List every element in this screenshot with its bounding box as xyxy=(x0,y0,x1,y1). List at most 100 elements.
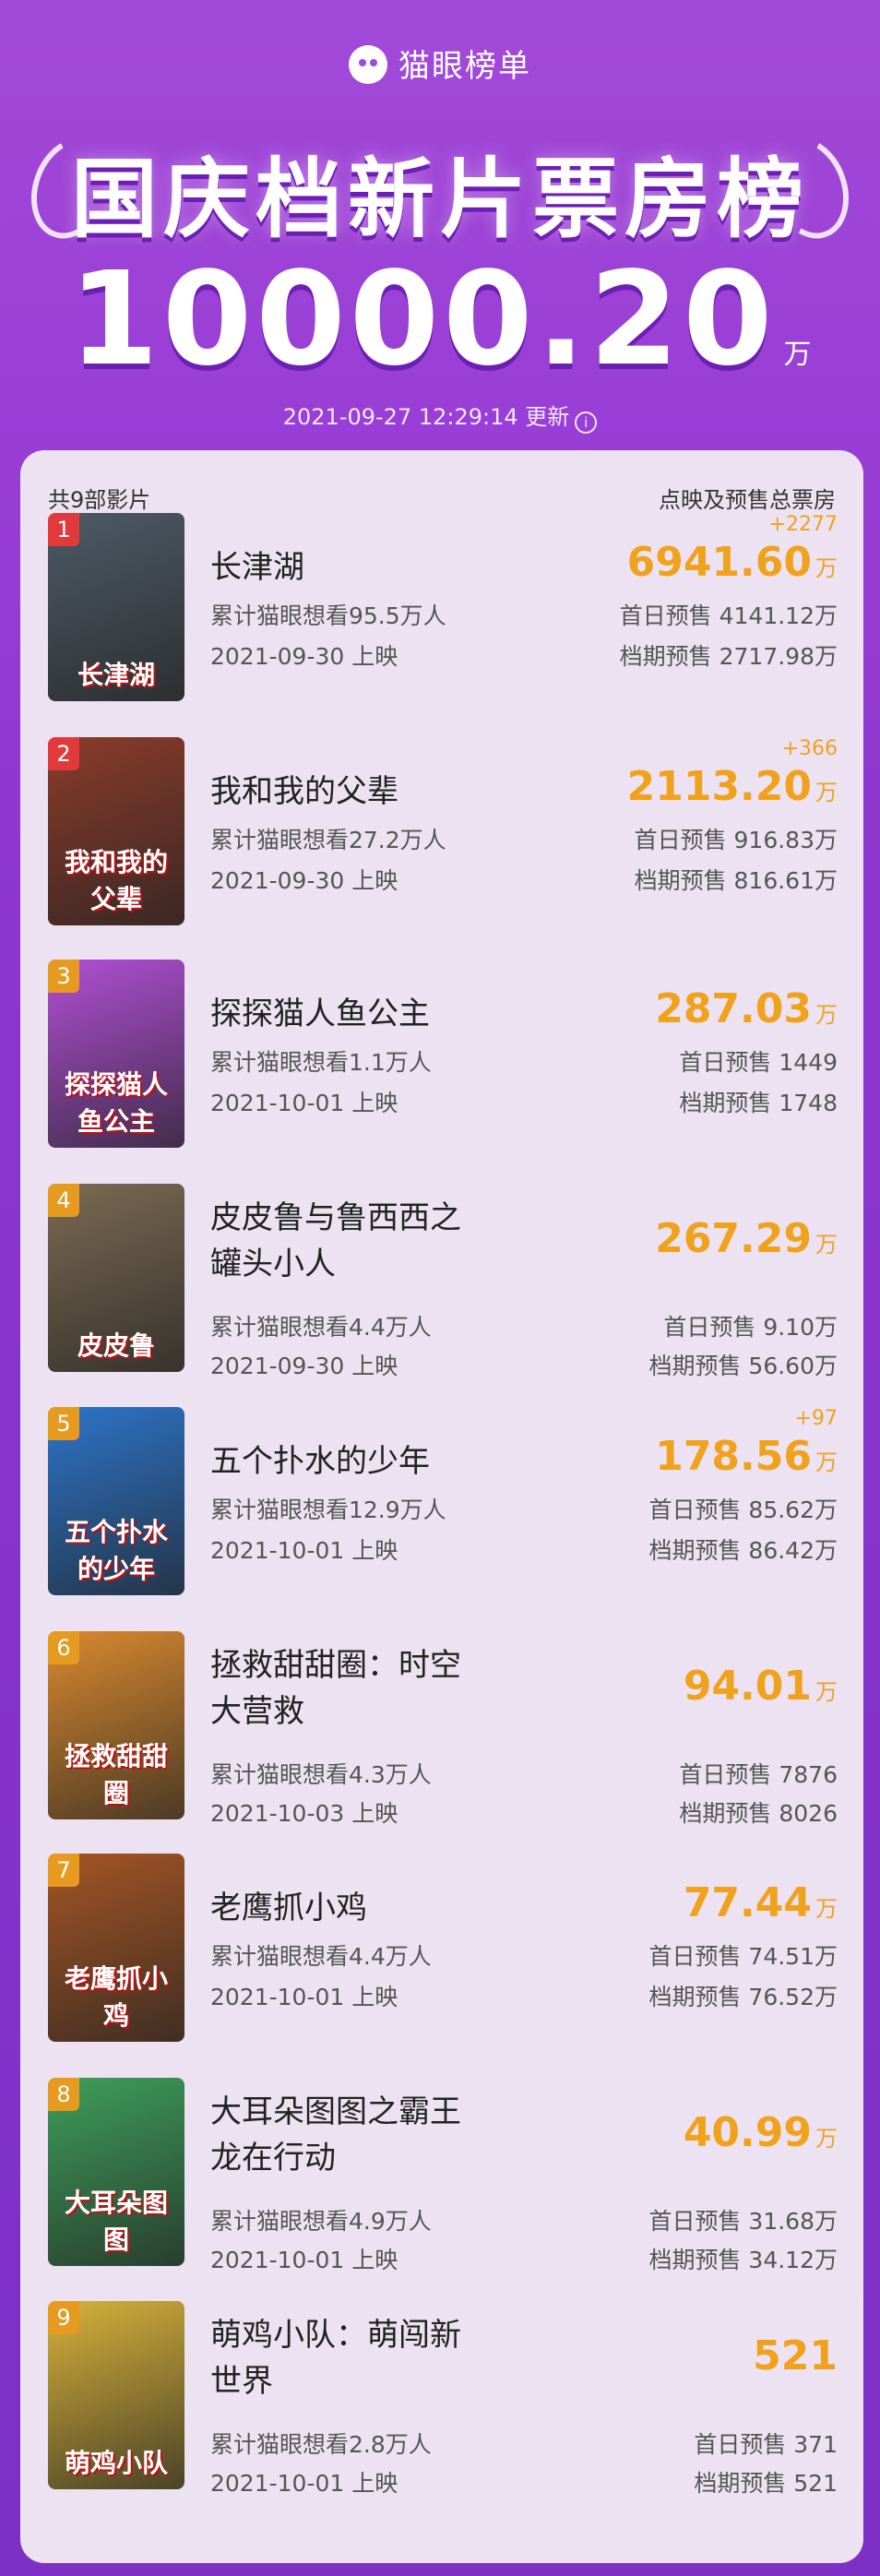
release-date: 2021-10-01 上映 xyxy=(210,2470,398,2497)
release-date: 2021-10-01 上映 xyxy=(210,1090,398,1116)
film-title-line1: 探探猫人鱼公主 xyxy=(210,996,430,1032)
film-poster[interactable]: 探探猫人鱼公主 3 xyxy=(48,960,184,1148)
film-row[interactable]: 大耳朵图图 8 大耳朵图图之霸王 龙在行动 累计猫眼想看4.9万人 2021-10-01 … xyxy=(48,2078,838,2273)
film-row[interactable]: 五个扑水的少年 5 五个扑水的少年 累计猫眼想看12.9万人 2021-10-01 上映… xyxy=(48,1407,838,1601)
film-poster[interactable]: 大耳朵图图 8 xyxy=(48,2078,184,2266)
release-date: 2021-10-01 上映 xyxy=(210,1984,398,2010)
first-day-presale: 首日预售 4141.12万 xyxy=(619,602,838,629)
film-poster[interactable]: 皮皮鲁 4 xyxy=(48,1184,184,1372)
period-presale: 档期预售 1748 xyxy=(679,1090,838,1116)
film-title[interactable]: 长津湖 xyxy=(210,544,542,590)
first-day-presale: 首日预售 7876 xyxy=(679,1761,838,1788)
box-value: 267.29 xyxy=(655,1215,812,1262)
film-row[interactable]: 萌鸡小队 9 萌鸡小队：萌闯新 世界 累计猫眼想看2.8万人 2021-10-01 上映 5… xyxy=(48,2301,838,2497)
box-value: 287.03 xyxy=(655,985,812,1032)
ranking-card: 共9部影片 点映及预售总票房 长津湖 1 长津湖 累计猫眼想看95.5万人 2021-0… xyxy=(20,450,863,2563)
total-unit: 万 xyxy=(783,339,812,371)
want-to-see: 累计猫眼想看4.4万人 xyxy=(210,1314,432,1341)
rank-badge: 4 xyxy=(48,1184,79,1217)
total-box-office: 10000.20 万 xyxy=(0,244,880,395)
film-poster[interactable]: 长津湖 1 xyxy=(48,513,184,701)
film-poster[interactable]: 拯救甜甜圈 6 xyxy=(48,1631,184,1819)
column-label: 点映及预售总票房 xyxy=(659,487,836,513)
box-value: 94.01 xyxy=(683,1663,812,1710)
box-unit: 万 xyxy=(815,780,838,805)
film-title[interactable]: 萌鸡小队：萌闯新 世界 xyxy=(210,2312,542,2404)
want-to-see: 累计猫眼想看12.9万人 xyxy=(210,1497,446,1523)
rank-badge: 3 xyxy=(48,960,79,993)
poster-title: 皮皮鲁 xyxy=(77,1330,155,1361)
box-delta: +2277 xyxy=(768,513,838,536)
brand-label: 猫眼榜单 xyxy=(398,48,531,85)
maoyan-logo-icon xyxy=(349,45,387,84)
box-office: 6941.60 万 xyxy=(627,539,838,586)
film-poster[interactable]: 我和我的父辈 2 xyxy=(48,737,184,925)
info-icon[interactable]: i xyxy=(575,411,598,434)
film-title[interactable]: 我和我的父辈 xyxy=(210,769,542,815)
film-row[interactable]: 老鹰抓小鸡 7 老鹰抓小鸡累计猫眼想看4.4万人 2021-10-01 上映 77.44… xyxy=(48,1854,838,2047)
film-title[interactable]: 老鹰抓小鸡 xyxy=(210,1885,542,1931)
period-presale: 档期预售 521 xyxy=(694,2470,838,2497)
rank-badge: 7 xyxy=(48,1854,79,1887)
box-delta: +97 xyxy=(794,1407,838,1430)
box-value: 40.99 xyxy=(683,2109,812,2156)
card-header: 共9部影片 点映及预售总票房 xyxy=(48,482,836,513)
box-value: 178.56 xyxy=(655,1433,812,1480)
box-office: 2113.20 万 xyxy=(627,763,838,810)
film-row[interactable]: 长津湖 1 长津湖 累计猫眼想看95.5万人 2021-09-30 上映 +2277 694… xyxy=(48,513,838,707)
first-day-presale: 首日预售 85.62万 xyxy=(648,1497,838,1523)
release-date: 2021-09-30 上映 xyxy=(210,867,398,894)
film-title-line1: 长津湖 xyxy=(210,549,304,586)
poster-title: 萌鸡小队 xyxy=(64,2448,168,2478)
film-title-line1: 五个扑水的少年 xyxy=(210,1443,430,1480)
film-poster[interactable]: 老鹰抓小鸡 7 xyxy=(48,1854,184,2042)
poster-title: 长津湖 xyxy=(77,660,155,690)
first-day-presale: 首日预售 1449 xyxy=(679,1049,838,1076)
period-presale: 档期预售 8026 xyxy=(679,1800,838,1827)
brand: 猫眼榜单 xyxy=(0,41,880,86)
film-poster[interactable]: 五个扑水的少年 5 xyxy=(48,1407,184,1595)
film-title[interactable]: 皮皮鲁与鲁西西之 罐头小人 xyxy=(210,1195,542,1287)
rank-badge: 8 xyxy=(48,2078,79,2111)
want-to-see: 累计猫眼想看4.4万人 xyxy=(210,1943,432,1970)
title-wrap: 国庆档新片票房榜 xyxy=(0,129,880,255)
box-delta: +366 xyxy=(781,737,838,760)
film-title-line2: 罐头小人 xyxy=(210,1246,336,1282)
update-time-label: 2021-09-27 12:29:14 更新 xyxy=(282,404,570,430)
release-date: 2021-10-01 上映 xyxy=(210,2247,398,2273)
film-title[interactable]: 探探猫人鱼公主 xyxy=(210,991,542,1037)
box-value: 77.44 xyxy=(683,1879,812,1926)
film-title-line2: 龙在行动 xyxy=(210,2140,336,2176)
period-presale: 档期预售 816.61万 xyxy=(634,867,838,894)
want-to-see: 累计猫眼想看4.3万人 xyxy=(210,1761,432,1788)
period-presale: 档期预售 86.42万 xyxy=(648,1537,838,1564)
film-title-line2: 世界 xyxy=(210,2363,273,2400)
box-value: 521 xyxy=(753,2332,838,2379)
rank-badge: 9 xyxy=(48,2301,79,2334)
film-title[interactable]: 五个扑水的少年 xyxy=(210,1438,542,1485)
film-row[interactable]: 探探猫人鱼公主 3 探探猫人鱼公主累计猫眼想看1.1万人 2021-10-01 上映 2… xyxy=(48,960,838,1153)
film-title-line1: 老鹰抓小鸡 xyxy=(210,1890,367,1926)
film-row[interactable]: 皮皮鲁 4 皮皮鲁与鲁西西之 罐头小人 累计猫眼想看4.4万人 2021-09-30 上映… xyxy=(48,1184,838,1379)
poster-title: 五个扑水的少年 xyxy=(64,1517,168,1584)
header: 猫眼榜单 国庆档新片票房榜 10000.20 万 2021-09-27 12:29… xyxy=(0,0,880,452)
want-to-see: 累计猫眼想看95.5万人 xyxy=(210,602,446,629)
film-poster[interactable]: 萌鸡小队 9 xyxy=(48,2301,184,2489)
want-to-see: 累计猫眼想看1.1万人 xyxy=(210,1049,432,1076)
film-title-line1: 我和我的父辈 xyxy=(210,773,398,810)
box-unit: 万 xyxy=(815,1449,838,1475)
first-day-presale: 首日预售 31.68万 xyxy=(648,2208,838,2235)
box-office: 94.01 万 xyxy=(684,1663,838,1710)
box-office: 287.03 万 xyxy=(655,985,838,1032)
box-unit: 万 xyxy=(815,1232,838,1258)
film-title-line1: 大耳朵图图之霸王 xyxy=(210,2093,461,2130)
box-office: 40.99 万 xyxy=(684,2109,838,2156)
film-title-line1: 皮皮鲁与鲁西西之 xyxy=(210,1199,461,1236)
film-row[interactable]: 我和我的父辈 2 我和我的父辈 累计猫眼想看27.2万人 2021-09-30 上映 +3… xyxy=(48,737,838,931)
period-presale: 档期预售 2717.98万 xyxy=(619,643,838,670)
film-title[interactable]: 大耳朵图图之霸王 龙在行动 xyxy=(210,2089,542,2181)
total-number: 10000.20 xyxy=(68,244,777,395)
poster-title: 大耳朵图图 xyxy=(64,2188,168,2255)
film-title[interactable]: 拯救甜甜圈：时空 大营救 xyxy=(210,1642,542,1735)
film-row[interactable]: 拯救甜甜圈 6 拯救甜甜圈：时空 大营救 累计猫眼想看4.3万人 2021-10-03 上… xyxy=(48,1631,838,1827)
